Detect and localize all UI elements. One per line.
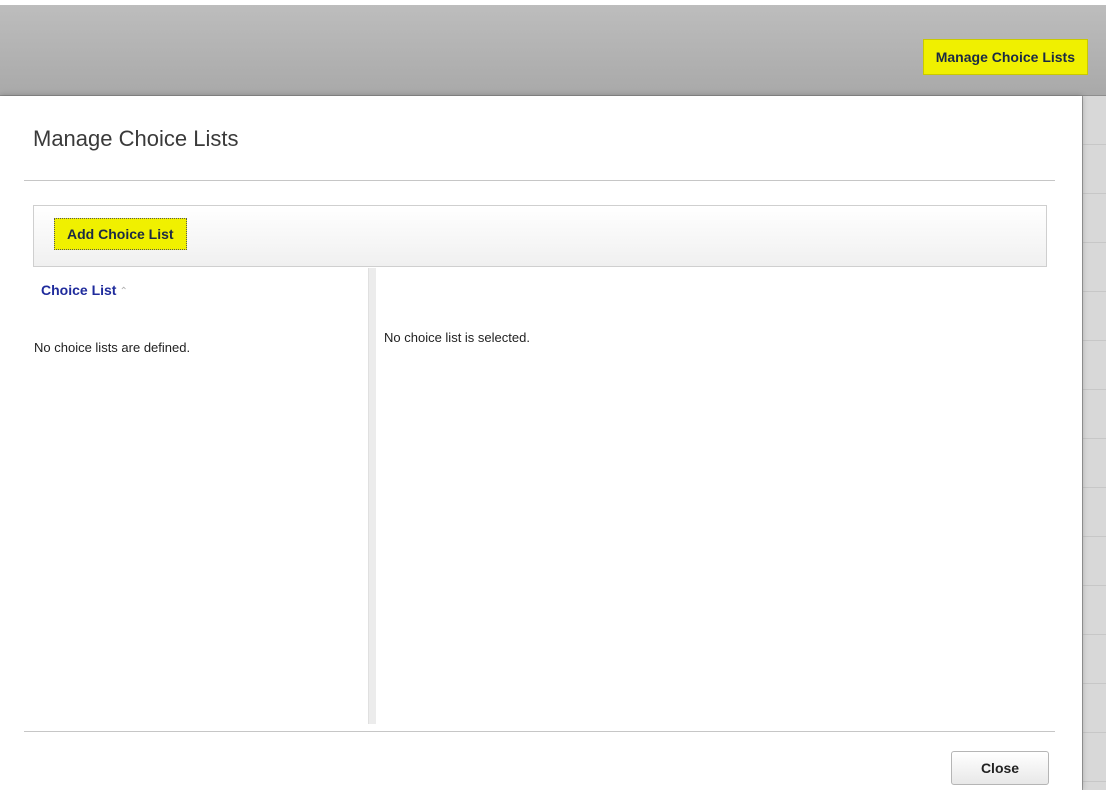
manage-choice-lists-dialog: Manage Choice Lists Add Choice List Choi… (0, 96, 1082, 790)
sort-ascending-icon: ⌃ (119, 286, 128, 297)
add-choice-list-button[interactable]: Add Choice List (54, 218, 187, 250)
dialog-title: Manage Choice Lists (33, 126, 239, 151)
no-selection-message: No choice list is selected. (384, 330, 530, 345)
footer-divider (24, 731, 1055, 732)
choice-list-column-header[interactable]: Choice List ⌃ (41, 282, 128, 298)
choice-list-panel: Choice List ⌃ No choice lists are defined… (33, 274, 367, 724)
manage-choice-lists-button[interactable]: Manage Choice Lists (922, 39, 1088, 75)
pane-splitter[interactable] (368, 268, 376, 724)
top-bar: Manage Choice Lists (0, 5, 1106, 96)
no-choice-lists-message: No choice lists are defined. (34, 340, 191, 355)
close-button[interactable]: Close (951, 751, 1049, 785)
dialog-toolbar: Add Choice List (33, 205, 1047, 267)
choice-list-header-label: Choice List (41, 282, 117, 298)
choice-list-detail-panel: No choice list is selected. (376, 274, 1046, 724)
background-page-strip (1082, 96, 1106, 790)
title-divider (24, 180, 1055, 181)
